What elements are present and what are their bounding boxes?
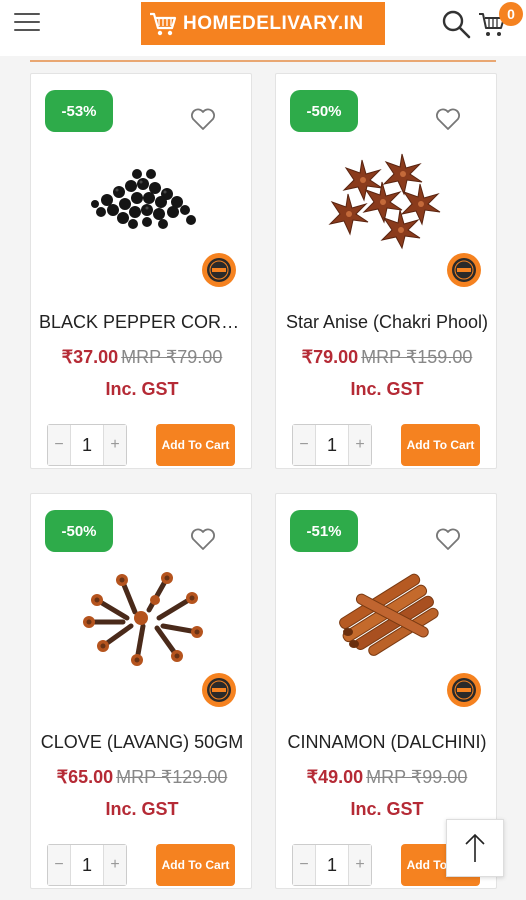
price-row: ₹37.00 MRP ₹79.00 bbox=[31, 347, 253, 368]
mrp-price: MRP ₹159.00 bbox=[361, 347, 473, 367]
product-title[interactable]: CINNAMON (DALCHINI) bbox=[276, 732, 498, 753]
increase-qty-button[interactable]: + bbox=[104, 845, 126, 885]
mrp-price: MRP ₹79.00 bbox=[121, 347, 223, 367]
gst-label: Inc. GST bbox=[350, 799, 424, 819]
wishlist-heart-icon[interactable] bbox=[435, 527, 461, 551]
sale-price: ₹49.00 bbox=[306, 767, 364, 787]
product-title[interactable]: BLACK PEPPER CORNS bbox=[31, 312, 253, 333]
mrp-price: MRP ₹129.00 bbox=[116, 767, 228, 787]
product-card: -50% Star Anise (Chakri Phool) ₹79.00 MRP… bbox=[275, 73, 497, 469]
gst-label: Inc. GST bbox=[105, 799, 179, 819]
search-icon[interactable] bbox=[440, 8, 472, 40]
price-row: ₹49.00 MRP ₹99.00 bbox=[276, 767, 498, 788]
site-header: HOMEDELIVARY.IN 0 bbox=[0, 0, 526, 56]
sale-price: ₹37.00 bbox=[61, 347, 119, 367]
star-anise-image[interactable] bbox=[312, 140, 462, 250]
quantity-input[interactable]: 1 bbox=[315, 425, 349, 465]
decrease-qty-button[interactable]: − bbox=[48, 845, 70, 885]
cinnamon-image[interactable] bbox=[312, 560, 462, 670]
wishlist-heart-icon[interactable] bbox=[190, 107, 216, 131]
site-logo[interactable]: HOMEDELIVARY.IN bbox=[141, 2, 385, 45]
divider bbox=[30, 60, 496, 62]
quantity-stepper: − 1 + bbox=[292, 424, 372, 466]
price-row: ₹79.00 MRP ₹159.00 bbox=[276, 347, 498, 368]
gst-label: Inc. GST bbox=[105, 379, 179, 399]
wishlist-heart-icon[interactable] bbox=[435, 107, 461, 131]
gst-label: Inc. GST bbox=[350, 379, 424, 399]
sale-price: ₹65.00 bbox=[56, 767, 114, 787]
sale-price: ₹79.00 bbox=[301, 347, 359, 367]
quantity-input[interactable]: 1 bbox=[70, 845, 104, 885]
decrease-qty-button[interactable]: − bbox=[293, 425, 315, 465]
decrease-qty-button[interactable]: − bbox=[48, 425, 70, 465]
clove-image[interactable] bbox=[67, 560, 217, 670]
scroll-to-top-button[interactable] bbox=[446, 819, 504, 877]
quantity-stepper: − 1 + bbox=[47, 424, 127, 466]
cart-count-badge[interactable]: 0 bbox=[499, 2, 523, 26]
product-title[interactable]: Star Anise (Chakri Phool) bbox=[276, 312, 498, 333]
arrow-up-icon bbox=[465, 833, 485, 862]
increase-qty-button[interactable]: + bbox=[349, 425, 371, 465]
price-row: ₹65.00 MRP ₹129.00 bbox=[31, 767, 253, 788]
quantity-stepper: − 1 + bbox=[292, 844, 372, 886]
decrease-qty-button[interactable]: − bbox=[293, 845, 315, 885]
quantity-stepper: − 1 + bbox=[47, 844, 127, 886]
product-title[interactable]: CLOVE (LAVANG) 50GM bbox=[31, 732, 253, 753]
discount-badge: -51% bbox=[290, 510, 358, 552]
discount-badge: -53% bbox=[45, 90, 113, 132]
logo-text: HOMEDELIVARY.IN bbox=[183, 12, 364, 34]
add-to-cart-button[interactable]: Add To Cart bbox=[156, 424, 235, 466]
quality-seal-icon bbox=[447, 253, 481, 287]
quality-seal-icon bbox=[202, 673, 236, 707]
quantity-input[interactable]: 1 bbox=[70, 425, 104, 465]
increase-qty-button[interactable]: + bbox=[104, 425, 126, 465]
product-card: -50% CLOVE (LAVANG) 50GM ₹65.00 MRP ₹129… bbox=[30, 493, 252, 889]
logo-cart-icon bbox=[150, 12, 177, 35]
add-to-cart-button[interactable]: Add To Cart bbox=[156, 844, 235, 886]
quantity-input[interactable]: 1 bbox=[315, 845, 349, 885]
product-card: -53% BLACK PEPPER CORNS ₹37.00 MRP ₹79.00… bbox=[30, 73, 252, 469]
mrp-price: MRP ₹99.00 bbox=[366, 767, 468, 787]
hamburger-icon[interactable] bbox=[14, 13, 40, 35]
quality-seal-icon bbox=[447, 673, 481, 707]
black-pepper-image[interactable] bbox=[67, 140, 217, 250]
quality-seal-icon bbox=[202, 253, 236, 287]
increase-qty-button[interactable]: + bbox=[349, 845, 371, 885]
add-to-cart-button[interactable]: Add To Cart bbox=[401, 424, 480, 466]
wishlist-heart-icon[interactable] bbox=[190, 527, 216, 551]
discount-badge: -50% bbox=[45, 510, 113, 552]
discount-badge: -50% bbox=[290, 90, 358, 132]
